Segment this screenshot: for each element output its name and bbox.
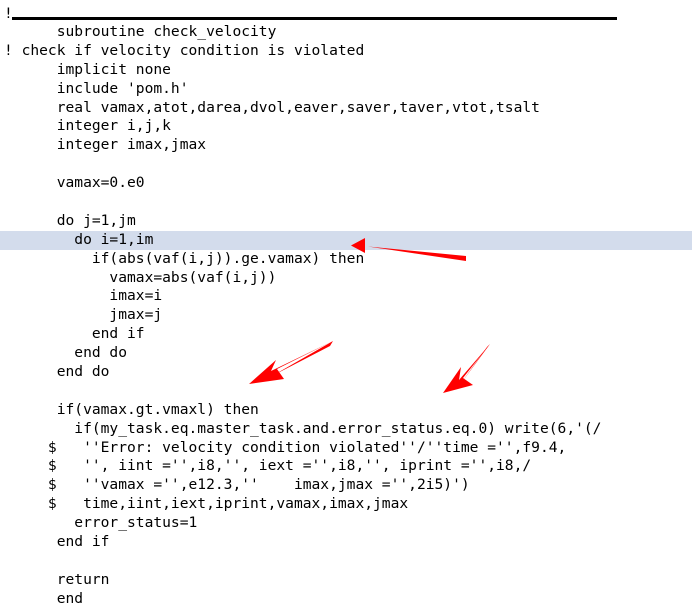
code-line: integer imax,jmax	[4, 136, 207, 154]
code-listing: ! subroutine check_velocity! check if ve…	[0, 0, 692, 607]
banner-comment-rule: !	[0, 4, 692, 23]
code-line: integer i,j,k	[4, 117, 171, 135]
code-line: end if	[4, 533, 110, 551]
code-line: ! check if velocity condition is violate…	[4, 41, 365, 59]
code-line: vamax=abs(vaf(i,j))	[4, 268, 277, 286]
comment-bang-glyph: !	[4, 5, 13, 22]
horizontal-rule	[12, 17, 617, 20]
code-line: end	[4, 589, 84, 607]
code-line: jmax=j	[4, 306, 163, 324]
code-line: $ ''vamax ='',e12.3,'' imax,jmax ='',2i5…	[4, 476, 470, 494]
code-line: real vamax,atot,darea,dvol,eaver,saver,t…	[4, 98, 540, 116]
code-line-highlighted: do i=1,im	[0, 230, 692, 250]
code-line: if(my_task.eq.master_task.and.error_stat…	[4, 419, 602, 437]
code-body: subroutine check_velocity! check if velo…	[0, 23, 692, 609]
code-line: error_status=1	[4, 514, 198, 532]
code-line: if(abs(vaf(i,j)).ge.vamax) then	[4, 249, 365, 267]
code-line: subroutine check_velocity	[4, 23, 277, 40]
code-line: if(vamax.gt.vmaxl) then	[4, 400, 259, 418]
code-line: $ time,iint,iext,iprint,vamax,imax,jmax	[4, 495, 409, 513]
code-line: end if	[4, 325, 145, 343]
code-line: $ '', iint ='',i8,'', iext ='',i8,'', ip…	[4, 457, 532, 475]
code-line: implicit none	[4, 60, 171, 78]
code-line: vamax=0.e0	[4, 174, 145, 192]
code-line: end do	[4, 344, 128, 362]
code-line: imax=i	[4, 287, 163, 305]
code-line: $ ''Error: velocity condition violated''…	[4, 438, 567, 456]
code-line: end do	[4, 363, 110, 381]
code-line: return	[4, 570, 110, 588]
code-line: include 'pom.h'	[4, 79, 189, 97]
code-line: do j=1,jm	[4, 211, 136, 229]
